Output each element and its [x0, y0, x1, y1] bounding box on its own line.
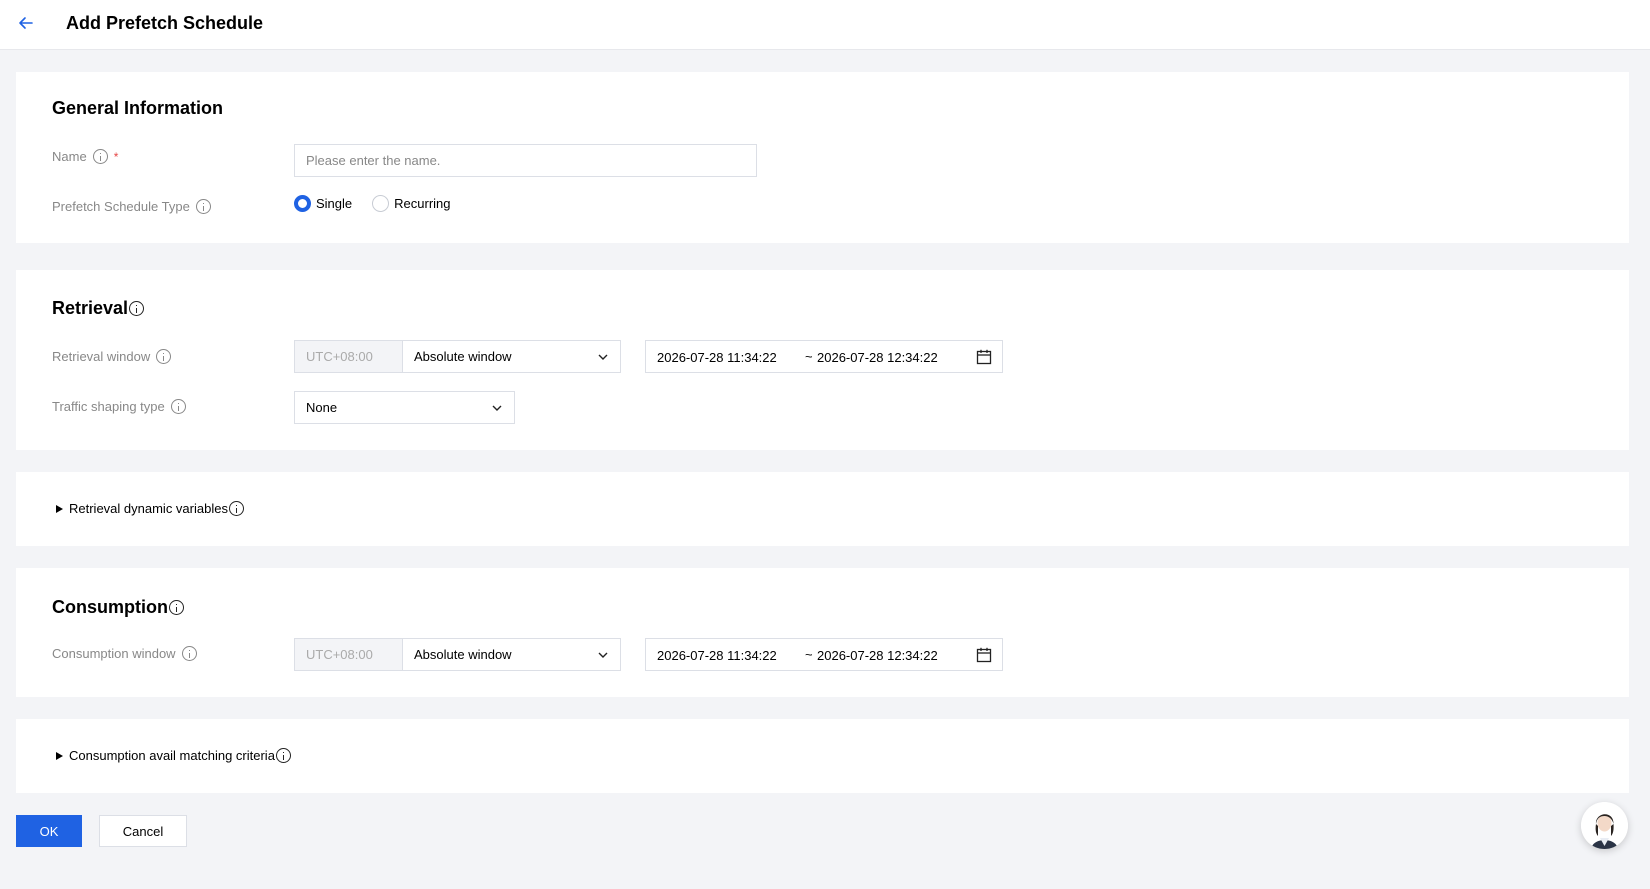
- consumption-range-from: 2026-07-28 11:34:22: [657, 648, 777, 663]
- consumption-avail-matching-criteria-info-icon[interactable]: [275, 748, 291, 763]
- consumption-info-icon[interactable]: [168, 600, 184, 615]
- general-information-title: General Information: [52, 98, 223, 119]
- prefetch-schedule-type-label-text: Prefetch Schedule Type: [52, 199, 190, 214]
- retrieval-range-from: 2026-07-28 11:34:22: [657, 350, 777, 365]
- assistant-avatar[interactable]: [1581, 802, 1628, 849]
- required-mark: *: [113, 149, 119, 164]
- calendar-icon: [976, 647, 992, 663]
- chevron-down-icon: [492, 405, 502, 411]
- radio-single-label: Single: [316, 196, 353, 211]
- consumption-title: Consumption: [52, 597, 184, 618]
- caret-right-icon: [56, 504, 63, 513]
- consumption-avail-matching-criteria-label: Consumption avail matching criteria: [69, 748, 275, 763]
- prefetch-schedule-type-radio-group: Single Recurring: [294, 195, 471, 212]
- retrieval-date-range-picker[interactable]: 2026-07-28 11:34:22 ~ 2026-07-28 12:34:2…: [645, 340, 1003, 373]
- consumption-window-label: Consumption window: [52, 646, 197, 661]
- retrieval-info-icon[interactable]: [129, 301, 145, 316]
- traffic-shaping-type-label: Traffic shaping type: [52, 399, 186, 414]
- page-title: Add Prefetch Schedule: [66, 13, 264, 33]
- retrieval-dynamic-variables-toggle[interactable]: Retrieval dynamic variables: [56, 501, 244, 516]
- traffic-shaping-type-info-icon[interactable]: [170, 399, 186, 414]
- retrieval-card: Retrieval Retrieval window UTC+08:00 Abs…: [16, 270, 1629, 450]
- radio-recurring-dot[interactable]: [372, 195, 390, 212]
- traffic-shaping-type-select[interactable]: None: [294, 391, 515, 424]
- traffic-shaping-type-label-text: Traffic shaping type: [52, 399, 165, 414]
- retrieval-title: Retrieval: [52, 298, 145, 319]
- retrieval-timezone: UTC+08:00: [294, 340, 403, 373]
- prefetch-schedule-type-label: Prefetch Schedule Type: [52, 199, 211, 214]
- name-input[interactable]: [294, 144, 757, 177]
- retrieval-dynamic-variables-card: Retrieval dynamic variables: [16, 472, 1629, 546]
- consumption-range-separator: ~: [805, 647, 813, 662]
- retrieval-dynamic-variables-label: Retrieval dynamic variables: [69, 501, 228, 516]
- radio-single-dot[interactable]: [294, 195, 311, 212]
- chevron-down-icon: [598, 652, 608, 658]
- retrieval-window-label: Retrieval window: [52, 349, 172, 364]
- retrieval-range-separator: ~: [805, 349, 813, 364]
- consumption-card: Consumption Consumption window UTC+08:00…: [16, 568, 1629, 697]
- retrieval-window-info-icon[interactable]: [156, 349, 172, 364]
- back-arrow-icon[interactable]: [16, 13, 36, 33]
- retrieval-window-mode-select[interactable]: Absolute window: [402, 340, 621, 373]
- ok-button[interactable]: OK: [16, 815, 82, 847]
- retrieval-title-text: Retrieval: [52, 298, 129, 318]
- caret-right-icon: [56, 751, 63, 760]
- traffic-shaping-type-value: None: [306, 400, 338, 415]
- consumption-avail-matching-criteria-card: Consumption avail matching criteria: [16, 719, 1629, 793]
- radio-recurring-label: Recurring: [394, 196, 451, 211]
- retrieval-window-mode-value: Absolute window: [414, 349, 512, 364]
- consumption-window-label-text: Consumption window: [52, 646, 176, 661]
- consumption-title-text: Consumption: [52, 597, 168, 617]
- retrieval-window-label-text: Retrieval window: [52, 349, 151, 364]
- consumption-window-info-icon[interactable]: [181, 646, 197, 661]
- consumption-window-mode-value: Absolute window: [414, 647, 512, 662]
- cancel-button[interactable]: Cancel: [99, 815, 187, 847]
- consumption-range-to: 2026-07-28 12:34:22: [817, 648, 938, 663]
- radio-recurring[interactable]: Recurring: [372, 195, 451, 212]
- radio-single[interactable]: Single: [294, 195, 352, 212]
- name-label: Name *: [52, 149, 118, 164]
- name-info-icon[interactable]: [92, 149, 108, 164]
- calendar-icon: [976, 349, 992, 365]
- name-label-text: Name: [52, 149, 87, 164]
- consumption-avail-matching-criteria-toggle[interactable]: Consumption avail matching criteria: [56, 748, 291, 763]
- consumption-timezone: UTC+08:00: [294, 638, 403, 671]
- prefetch-schedule-type-info-icon[interactable]: [195, 199, 211, 214]
- general-information-card: General Information Name * Prefetch Sche…: [16, 72, 1629, 243]
- consumption-date-range-picker[interactable]: 2026-07-28 11:34:22 ~ 2026-07-28 12:34:2…: [645, 638, 1003, 671]
- consumption-window-mode-select[interactable]: Absolute window: [402, 638, 621, 671]
- assistant-avatar-icon: [1581, 802, 1628, 849]
- top-bar: Add Prefetch Schedule: [0, 0, 1650, 50]
- retrieval-range-to: 2026-07-28 12:34:22: [817, 350, 938, 365]
- general-information-title-text: General Information: [52, 98, 224, 118]
- chevron-down-icon: [598, 354, 608, 360]
- retrieval-dynamic-variables-info-icon[interactable]: [228, 501, 244, 516]
